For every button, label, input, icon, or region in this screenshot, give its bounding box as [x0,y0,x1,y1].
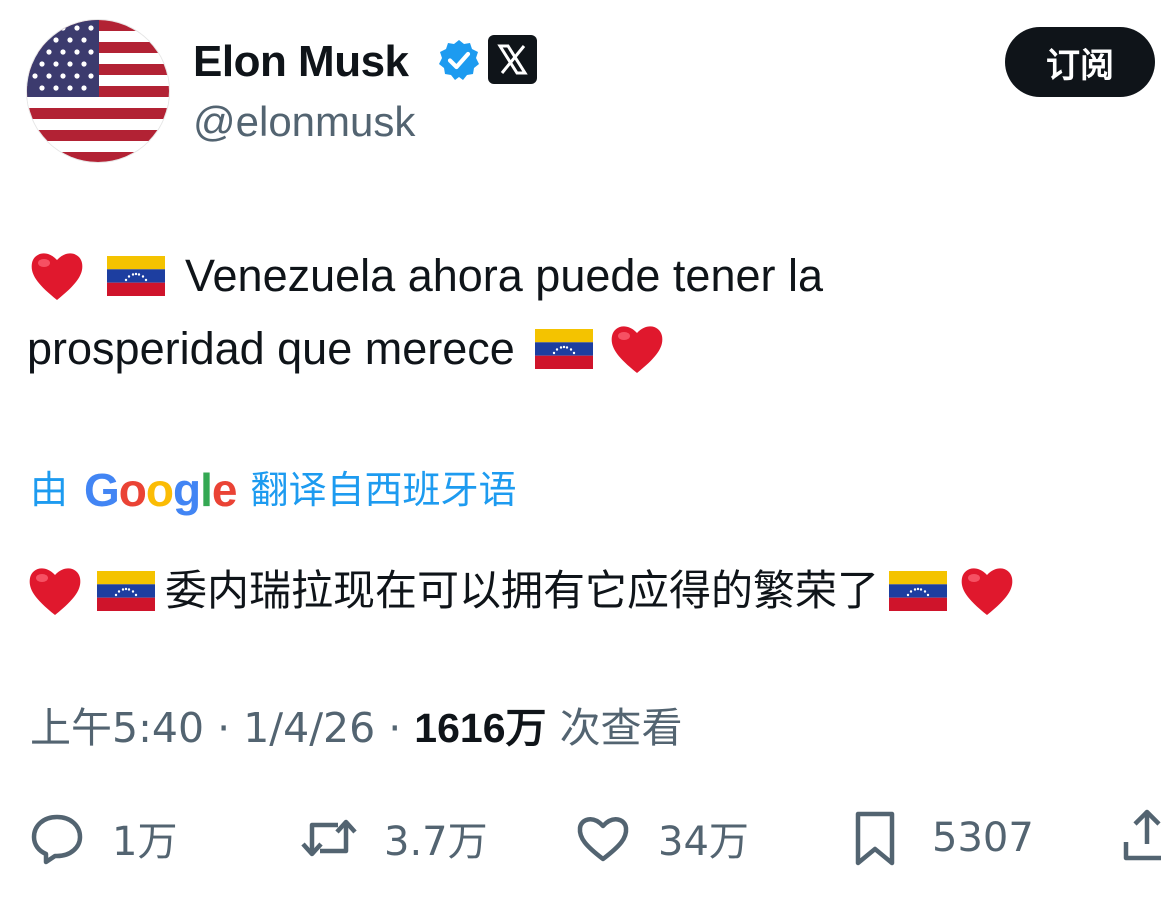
avatar[interactable] [27,20,169,162]
heart-outline-icon [577,817,629,862]
reply-icon [31,814,83,865]
tweet-meta: 上午5:40 · 1/4/26 · 1616万 次查看 [30,700,683,756]
share-icon [1123,809,1161,861]
share-button[interactable] [1118,806,1161,870]
like-count: 34万 [658,819,749,865]
views-count: 1616万 [414,705,547,751]
reply-button[interactable]: 1万 [28,806,177,870]
red-heart-icon [611,326,663,373]
tweet-date[interactable]: 1/4/26 [243,704,375,752]
red-heart-icon [961,568,1013,615]
reply-count: 1万 [112,819,178,865]
red-heart-icon [29,568,81,615]
meta-separator: · [217,704,244,752]
repost-count: 3.7万 [384,819,488,865]
tweet-line-2: prosperidad que merece [27,318,667,380]
views-label: 次查看 [559,704,683,752]
repost-icon [301,819,357,857]
venezuela-flag-icon [97,571,155,611]
tweet-line-1: Venezuela ahora puede tener la [27,245,823,307]
google-logo: Google [84,464,237,516]
venezuela-flag-icon [107,256,165,296]
bookmark-count: 5307 [932,815,1034,861]
translation-prefix: 由 [30,468,69,512]
translated-by-google[interactable]: 由 Google 翻译自西班牙语 [30,462,517,518]
author-name[interactable]: Elon Musk [193,34,409,90]
subscribe-button[interactable]: 订阅 [1005,27,1155,97]
translation-source: 翻译自西班牙语 [250,468,517,512]
x-logo-icon [488,35,537,84]
tweet-text-line-1: Venezuela ahora puede tener la [185,250,824,301]
translated-text: 委内瑞拉现在可以拥有它应得的繁荣了 [25,560,1017,622]
repost-button[interactable]: 3.7万 [300,806,488,870]
us-flag-icon [27,20,169,162]
meta-separator: · [388,704,415,752]
tweet-text-line-2: prosperidad que merece [27,323,515,374]
venezuela-flag-icon [889,571,948,611]
bookmark-button[interactable]: 5307 [848,806,1034,870]
translated-text-content: 委内瑞拉现在可以拥有它应得的繁荣了 [165,566,880,615]
bookmark-icon [855,811,895,866]
like-button[interactable]: 34万 [574,806,749,870]
verified-badge-icon [437,38,481,82]
venezuela-flag-icon [534,329,593,369]
red-heart-icon [31,253,83,300]
tweet-time[interactable]: 上午5:40 [30,704,204,752]
author-handle[interactable]: @elonmusk [193,96,415,148]
